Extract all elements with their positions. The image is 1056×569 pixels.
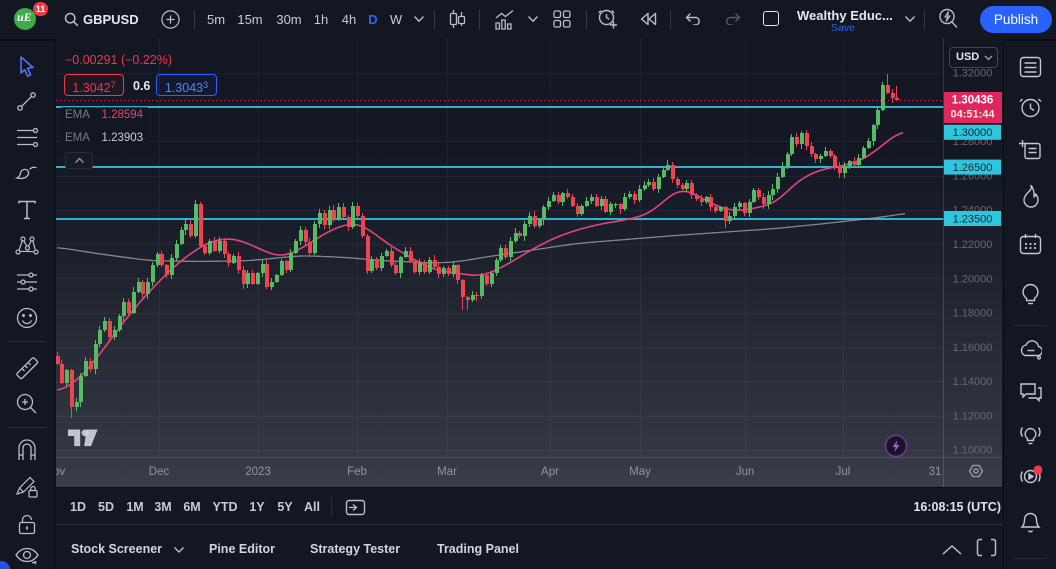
svg-text:Jul: Jul — [836, 466, 851, 478]
svg-text:Jun: Jun — [736, 466, 755, 478]
svg-text:May: May — [629, 466, 651, 478]
svg-text:1.30436: 1.30436 — [952, 95, 994, 107]
svg-text:1.32000: 1.32000 — [953, 68, 993, 80]
svg-text:1.22000: 1.22000 — [953, 239, 993, 251]
svg-text:1.14000: 1.14000 — [953, 376, 993, 388]
svg-text:Apr: Apr — [541, 466, 559, 478]
svg-text:31: 31 — [929, 466, 942, 478]
svg-text:1.10000: 1.10000 — [953, 445, 993, 457]
svg-text:1.16000: 1.16000 — [953, 342, 993, 354]
svg-text:04:51:44: 04:51:44 — [950, 108, 995, 120]
svg-text:1.18000: 1.18000 — [953, 308, 993, 320]
svg-text:1.12000: 1.12000 — [953, 410, 993, 422]
svg-text:1.26500: 1.26500 — [953, 162, 993, 174]
svg-text:1.30000: 1.30000 — [953, 127, 993, 139]
svg-text:Mar: Mar — [437, 466, 457, 478]
svg-text:1.23500: 1.23500 — [953, 213, 993, 225]
svg-text:2023: 2023 — [245, 466, 271, 478]
svg-text:Nov: Nov — [56, 466, 65, 478]
svg-text:Dec: Dec — [149, 466, 170, 478]
svg-text:Feb: Feb — [347, 466, 367, 478]
svg-text:1.20000: 1.20000 — [953, 273, 993, 285]
